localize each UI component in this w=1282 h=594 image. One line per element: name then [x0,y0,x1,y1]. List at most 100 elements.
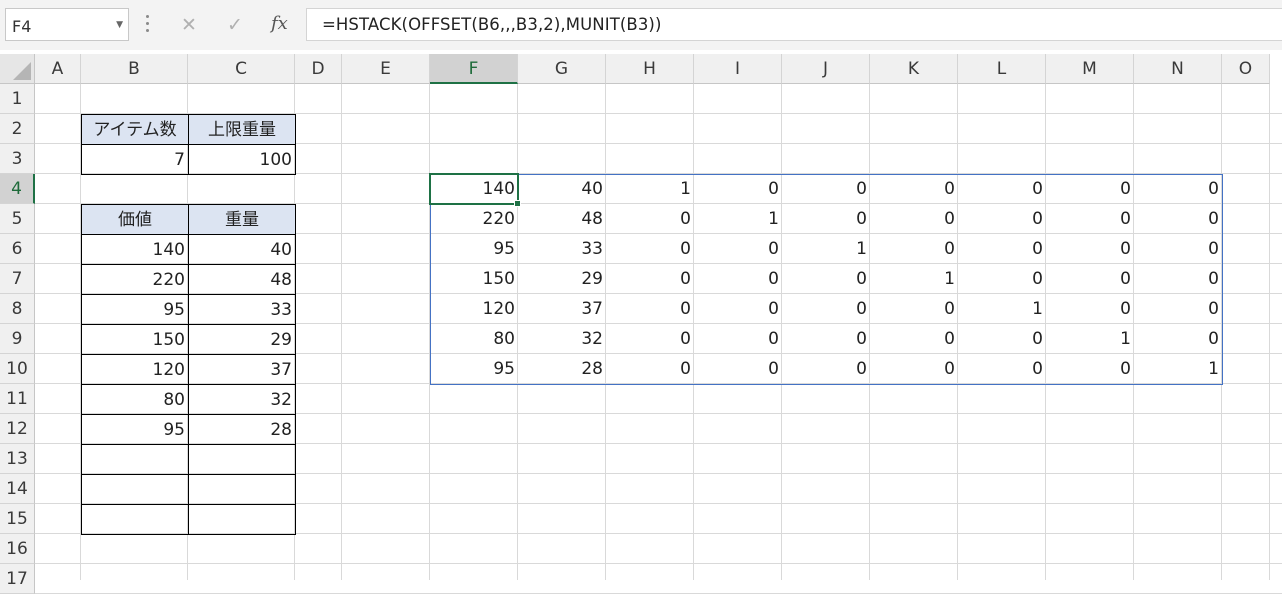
column-header-c[interactable]: C [188,54,295,84]
spill-cell[interactable]: 0 [1134,324,1222,354]
spill-cell[interactable]: 0 [870,294,958,324]
column-header-b[interactable]: B [81,54,188,84]
spill-cell[interactable]: 1 [1134,354,1222,384]
value-weight-cell[interactable]: 95 [81,414,189,445]
spill-cell[interactable]: 0 [870,234,958,264]
insert-function-icon[interactable]: fx [271,13,288,34]
spill-cell[interactable]: 220 [430,204,518,234]
spill-cell[interactable]: 0 [870,174,958,204]
spill-cell[interactable]: 0 [694,324,782,354]
spill-cell[interactable]: 0 [1046,174,1134,204]
spill-cell[interactable]: 48 [518,204,606,234]
row-header-17[interactable]: 17 [0,564,35,594]
spill-cell[interactable]: 0 [606,204,694,234]
spill-cell[interactable]: 0 [606,324,694,354]
spill-cell[interactable]: 1 [694,204,782,234]
spill-cell[interactable]: 0 [958,264,1046,294]
spill-cell[interactable]: 0 [606,294,694,324]
spill-cell[interactable]: 0 [694,234,782,264]
cell-b3-item-count[interactable]: 7 [81,144,189,175]
spill-cell[interactable]: 0 [958,174,1046,204]
spill-cell[interactable]: 0 [1134,234,1222,264]
spill-cell[interactable]: 1 [870,264,958,294]
column-header-j[interactable]: J [782,54,870,84]
spill-cell[interactable]: 0 [694,174,782,204]
spill-cell[interactable]: 32 [518,324,606,354]
column-header-f[interactable]: F [430,54,518,84]
column-header-l[interactable]: L [958,54,1046,84]
spill-cell[interactable]: 0 [782,324,870,354]
row-header-13[interactable]: 13 [0,444,35,474]
spill-cell[interactable]: 37 [518,294,606,324]
value-weight-cell[interactable]: 29 [188,324,296,355]
name-box[interactable]: F4 ▼ [5,8,129,41]
spill-cell[interactable]: 0 [958,324,1046,354]
cell-b2-item-count-header[interactable]: アイテム数 [81,114,189,145]
spill-cell[interactable]: 0 [1134,174,1222,204]
spill-cell[interactable]: 95 [430,354,518,384]
row-header-15[interactable]: 15 [0,504,35,534]
row-header-4[interactable]: 4 [0,174,35,204]
row-header-16[interactable]: 16 [0,534,35,564]
spill-cell[interactable]: 0 [1046,234,1134,264]
spill-cell[interactable]: 1 [782,234,870,264]
spill-cell[interactable]: 0 [694,294,782,324]
value-weight-cell[interactable] [188,474,296,505]
spill-cell[interactable]: 0 [606,264,694,294]
spill-cell[interactable]: 0 [606,354,694,384]
spill-cell[interactable]: 95 [430,234,518,264]
cell-c2-weight-limit-header[interactable]: 上限重量 [188,114,296,145]
row-header-2[interactable]: 2 [0,114,35,144]
spill-cell[interactable]: 0 [782,204,870,234]
spill-cell[interactable]: 0 [782,264,870,294]
value-weight-cell[interactable]: 48 [188,264,296,295]
spill-cell[interactable]: 150 [430,264,518,294]
column-header-e[interactable]: E [342,54,430,84]
more-options-icon[interactable] [146,15,149,35]
spill-cell[interactable]: 0 [694,264,782,294]
column-header-k[interactable]: K [870,54,958,84]
column-header-o[interactable]: O [1222,54,1270,84]
spill-cell[interactable]: 0 [694,354,782,384]
spill-cell[interactable]: 0 [1046,264,1134,294]
value-weight-cell[interactable]: 220 [81,264,189,295]
row-header-5[interactable]: 5 [0,204,35,234]
spill-cell[interactable]: 0 [782,174,870,204]
spill-cell[interactable]: 28 [518,354,606,384]
column-header-g[interactable]: G [518,54,606,84]
cancel-icon[interactable]: ✕ [181,14,197,36]
spill-cell[interactable]: 0 [606,234,694,264]
value-weight-cell[interactable]: 95 [81,294,189,325]
row-header-14[interactable]: 14 [0,474,35,504]
spill-cell[interactable]: 0 [870,324,958,354]
enter-icon[interactable]: ✓ [227,14,243,36]
spill-cell[interactable]: 0 [1046,354,1134,384]
value-weight-cell[interactable]: 33 [188,294,296,325]
column-header-n[interactable]: N [1134,54,1222,84]
chevron-down-icon[interactable]: ▼ [116,20,123,30]
spill-cell[interactable]: 0 [782,294,870,324]
value-weight-cell[interactable]: 80 [81,384,189,415]
spill-cell[interactable]: 0 [958,234,1046,264]
value-weight-cell[interactable]: 28 [188,414,296,445]
column-header-d[interactable]: D [295,54,342,84]
value-weight-cell[interactable]: 150 [81,324,189,355]
column-header-m[interactable]: M [1046,54,1134,84]
row-header-8[interactable]: 8 [0,294,35,324]
row-header-3[interactable]: 3 [0,144,35,174]
row-header-9[interactable]: 9 [0,324,35,354]
cell-c3-weight-limit[interactable]: 100 [188,144,296,175]
spill-cell[interactable]: 0 [1134,264,1222,294]
spill-cell[interactable]: 33 [518,234,606,264]
value-weight-cell[interactable]: 40 [188,234,296,265]
value-weight-cell[interactable]: 120 [81,354,189,385]
value-weight-cell[interactable]: 140 [81,234,189,265]
value-weight-cell[interactable] [188,444,296,475]
spill-cell[interactable]: 1 [958,294,1046,324]
formula-input[interactable]: =HSTACK(OFFSET(B6,,,B3,2),MUNIT(B3)) [306,8,1282,41]
spill-cell[interactable]: 80 [430,324,518,354]
row-header-1[interactable]: 1 [0,84,35,114]
spill-cell[interactable]: 0 [958,354,1046,384]
spill-cell[interactable]: 0 [1134,294,1222,324]
value-weight-cell[interactable] [188,504,296,535]
